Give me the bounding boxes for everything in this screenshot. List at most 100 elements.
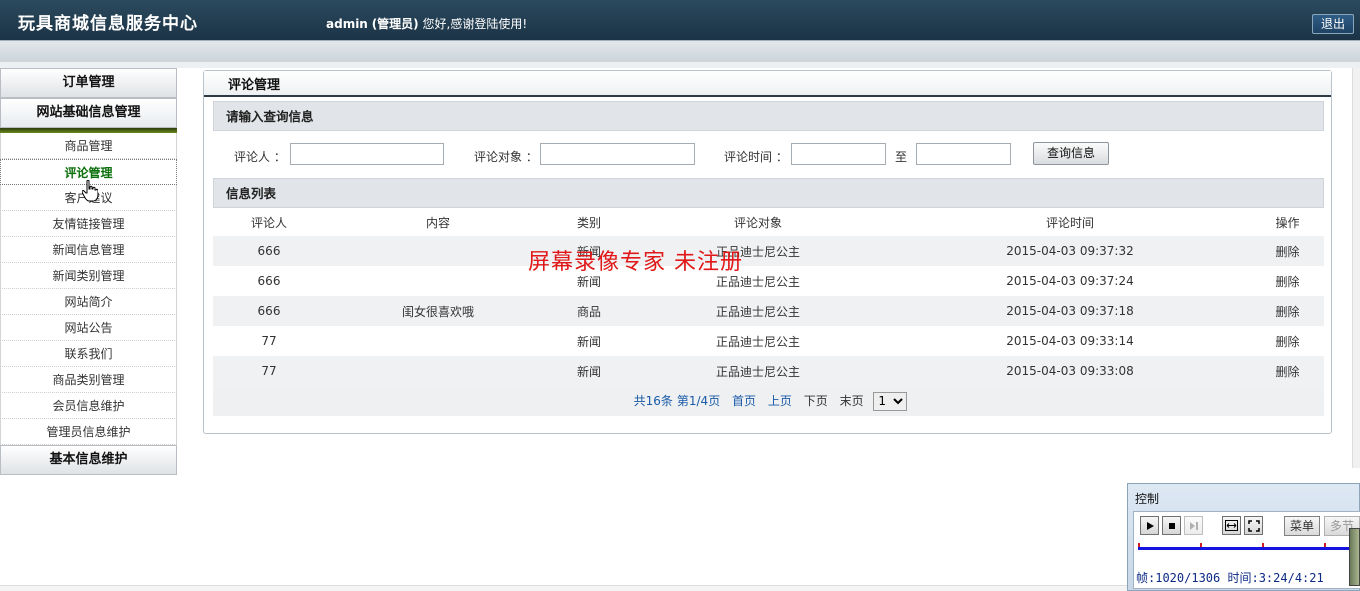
- cell-user: 77: [213, 326, 325, 356]
- playback-status: 帧:1020/1306 时间:3:24/4:21: [1136, 571, 1324, 585]
- page-scrollbar[interactable]: [1352, 68, 1360, 468]
- sidebar-group-basic-info[interactable]: 基本信息维护: [0, 445, 177, 475]
- cell-user: 666: [213, 266, 325, 296]
- column-header: 类别: [551, 208, 627, 236]
- cell-content: [325, 236, 551, 266]
- pager-total: 共16条: [633, 394, 673, 408]
- hand-cursor-icon: [82, 180, 98, 202]
- sidebar-item-news-categories[interactable]: 新闻类别管理: [0, 263, 177, 289]
- delete-link[interactable]: 删除: [1251, 326, 1324, 356]
- cell-time: 2015-04-03 09:33:08: [889, 356, 1251, 386]
- page-title: 评论管理: [204, 71, 1331, 97]
- cell-user: 666: [213, 236, 325, 266]
- volume-slider[interactable]: [1349, 528, 1360, 586]
- recorder-control-window: 控制 菜单 多节 帧:1020/1306 时间:3:24/4:21: [1127, 483, 1360, 591]
- sidebar-item-product-categories[interactable]: 商品类别管理: [0, 367, 177, 393]
- reviewer-input[interactable]: [290, 143, 444, 165]
- column-header: 评论人: [213, 208, 325, 236]
- stop-icon[interactable]: [1162, 516, 1181, 535]
- column-header: 评论对象: [627, 208, 889, 236]
- column-header: 操作: [1251, 208, 1324, 236]
- sidebar-item-news[interactable]: 新闻信息管理: [0, 237, 177, 263]
- table-row: 666 闺女很喜欢哦 商品 正品迪士尼公主 2015-04-03 09:37:1…: [213, 296, 1324, 326]
- cell-content: [325, 266, 551, 296]
- main-panel: 评论管理 请输入查询信息 评论人 ： 评论对象 ： 评论时间 ： 至 查询信息 …: [203, 70, 1332, 434]
- target-label: 评论对象 ：: [474, 150, 538, 164]
- reviewer-label: 评论人 ：: [234, 150, 286, 164]
- username: admin: [326, 17, 368, 31]
- table-header-row: 评论人 内容 类别 评论对象 评论时间 操作: [213, 208, 1324, 236]
- cell-time: 2015-04-03 09:33:14: [889, 326, 1251, 356]
- logout-button[interactable]: 退出: [1312, 14, 1354, 34]
- table-row: 666 新闻 正品迪士尼公主 2015-04-03 09:37:32 删除: [213, 236, 1324, 266]
- cell-user: 666: [213, 296, 325, 326]
- column-header: 内容: [325, 208, 551, 236]
- cell-time: 2015-04-03 09:37:18: [889, 296, 1251, 326]
- cell-type: 新闻: [551, 356, 627, 386]
- column-header: 评论时间: [889, 208, 1251, 236]
- control-title: 控制: [1135, 492, 1160, 506]
- cell-target: 正品迪士尼公主: [627, 236, 889, 266]
- cell-target: 正品迪士尼公主: [627, 326, 889, 356]
- cell-content: [325, 326, 551, 356]
- query-section-title: 请输入查询信息: [213, 101, 1324, 131]
- sidebar-item-contact[interactable]: 联系我们: [0, 341, 177, 367]
- delete-link[interactable]: 删除: [1251, 266, 1324, 296]
- play-icon[interactable]: [1140, 516, 1159, 535]
- sidebar-item-products[interactable]: 商品管理: [0, 133, 177, 159]
- delete-link[interactable]: 删除: [1251, 296, 1324, 326]
- cell-type: 新闻: [551, 236, 627, 266]
- cell-time: 2015-04-03 09:37:24: [889, 266, 1251, 296]
- cell-target: 正品迪士尼公主: [627, 266, 889, 296]
- step-forward-icon[interactable]: [1184, 516, 1203, 535]
- cell-type: 商品: [551, 296, 627, 326]
- list-section-title: 信息列表: [213, 178, 1324, 208]
- delete-link[interactable]: 删除: [1251, 356, 1324, 386]
- cell-content: [325, 356, 551, 386]
- table-row: 77 新闻 正品迪士尼公主 2015-04-03 09:33:08 删除: [213, 356, 1324, 386]
- cell-target: 正品迪士尼公主: [627, 296, 889, 326]
- cell-target: 正品迪士尼公主: [627, 356, 889, 386]
- pager: 共16条 第1/4页 首页 上页 下页 末页 1: [213, 386, 1324, 416]
- welcome-message: admin (管理员) 您好,感谢登陆使用!: [326, 15, 527, 32]
- sidebar-item-announcement[interactable]: 网站公告: [0, 315, 177, 341]
- fit-window-icon[interactable]: [1222, 516, 1241, 535]
- to-label: 至: [895, 150, 908, 164]
- fullscreen-icon[interactable]: [1244, 516, 1263, 535]
- target-input[interactable]: [540, 143, 695, 165]
- app-title: 玩具商城信息服务中心: [18, 14, 198, 34]
- cell-content: 闺女很喜欢哦: [325, 296, 551, 326]
- pager-page-info: 第1/4页: [676, 394, 721, 408]
- delete-link[interactable]: 删除: [1251, 236, 1324, 266]
- cell-type: 新闻: [551, 326, 627, 356]
- time-from-input[interactable]: [791, 143, 886, 165]
- time-label: 评论时间 ：: [724, 150, 788, 164]
- table-row: 77 新闻 正品迪士尼公主 2015-04-03 09:33:14 删除: [213, 326, 1324, 356]
- pager-last-link[interactable]: 末页: [840, 394, 864, 408]
- table-row: 666 新闻 正品迪士尼公主 2015-04-03 09:37:24 删除: [213, 266, 1324, 296]
- sidebar: 订单管理 网站基础信息管理 商品管理 评论管理 客户建议 友情链接管理 新闻信息…: [0, 68, 178, 591]
- menu-button[interactable]: 菜单: [1284, 516, 1321, 536]
- greeting-text: 您好,感谢登陆使用!: [422, 17, 528, 31]
- sidebar-group-orders[interactable]: 订单管理: [0, 68, 177, 98]
- pager-row: 共16条 第1/4页 首页 上页 下页 末页 1: [213, 386, 1324, 416]
- sidebar-item-members[interactable]: 会员信息维护: [0, 393, 177, 419]
- page-select[interactable]: 1: [873, 391, 908, 411]
- top-header: 玩具商城信息服务中心 admin (管理员) 您好,感谢登陆使用! 退出: [0, 0, 1360, 40]
- search-button[interactable]: 查询信息: [1033, 142, 1109, 165]
- header-subbar: [0, 40, 1360, 62]
- sidebar-item-admins[interactable]: 管理员信息维护: [0, 419, 177, 445]
- pager-prev-link[interactable]: 上页: [768, 394, 792, 408]
- cell-type: 新闻: [551, 266, 627, 296]
- user-role: (管理员): [371, 17, 419, 31]
- sidebar-item-links[interactable]: 友情链接管理: [0, 211, 177, 237]
- pager-next-link[interactable]: 下页: [804, 394, 828, 408]
- pager-first-link[interactable]: 首页: [732, 394, 756, 408]
- playback-progress-track[interactable]: [1138, 547, 1356, 550]
- sidebar-group-site-basic[interactable]: 网站基础信息管理: [0, 98, 177, 128]
- cell-time: 2015-04-03 09:37:32: [889, 236, 1251, 266]
- sidebar-item-site-intro[interactable]: 网站简介: [0, 289, 177, 315]
- comments-table: 评论人 内容 类别 评论对象 评论时间 操作 666 新闻 正品迪士尼公主 20…: [213, 208, 1324, 416]
- query-form: 评论人 ： 评论对象 ： 评论时间 ： 至 查询信息: [213, 131, 1324, 178]
- time-to-input[interactable]: [916, 143, 1011, 165]
